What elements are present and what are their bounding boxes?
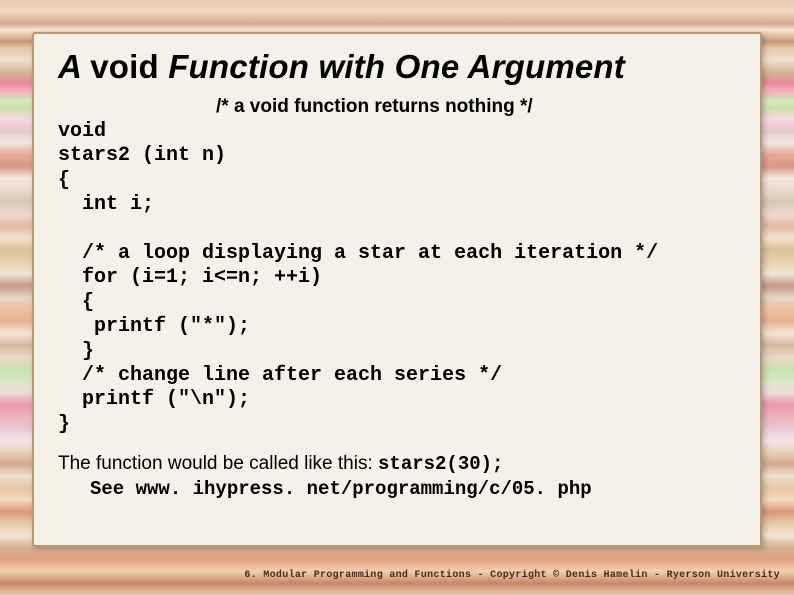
- call-text-pre: The function would be called like this:: [58, 453, 378, 474]
- call-code: stars2(30);: [378, 453, 503, 475]
- title-void: void: [90, 48, 168, 85]
- slide-frame: A void Function with One Argument /* a v…: [32, 32, 762, 547]
- call-line: The function would be called like this: …: [58, 451, 736, 478]
- see-line: See www. ihypress. net/programming/c/05.…: [90, 478, 736, 500]
- comment-top: /* a void function returns nothing */: [216, 96, 736, 118]
- title-a: A: [58, 48, 90, 85]
- footer-text: 6. Modular Programming and Functions - C…: [244, 570, 780, 581]
- slide-title: A void Function with One Argument: [58, 48, 736, 86]
- code-block: void stars2 (int n) { int i; /* a loop d…: [58, 120, 736, 437]
- title-rest: Function with One Argument: [168, 48, 625, 85]
